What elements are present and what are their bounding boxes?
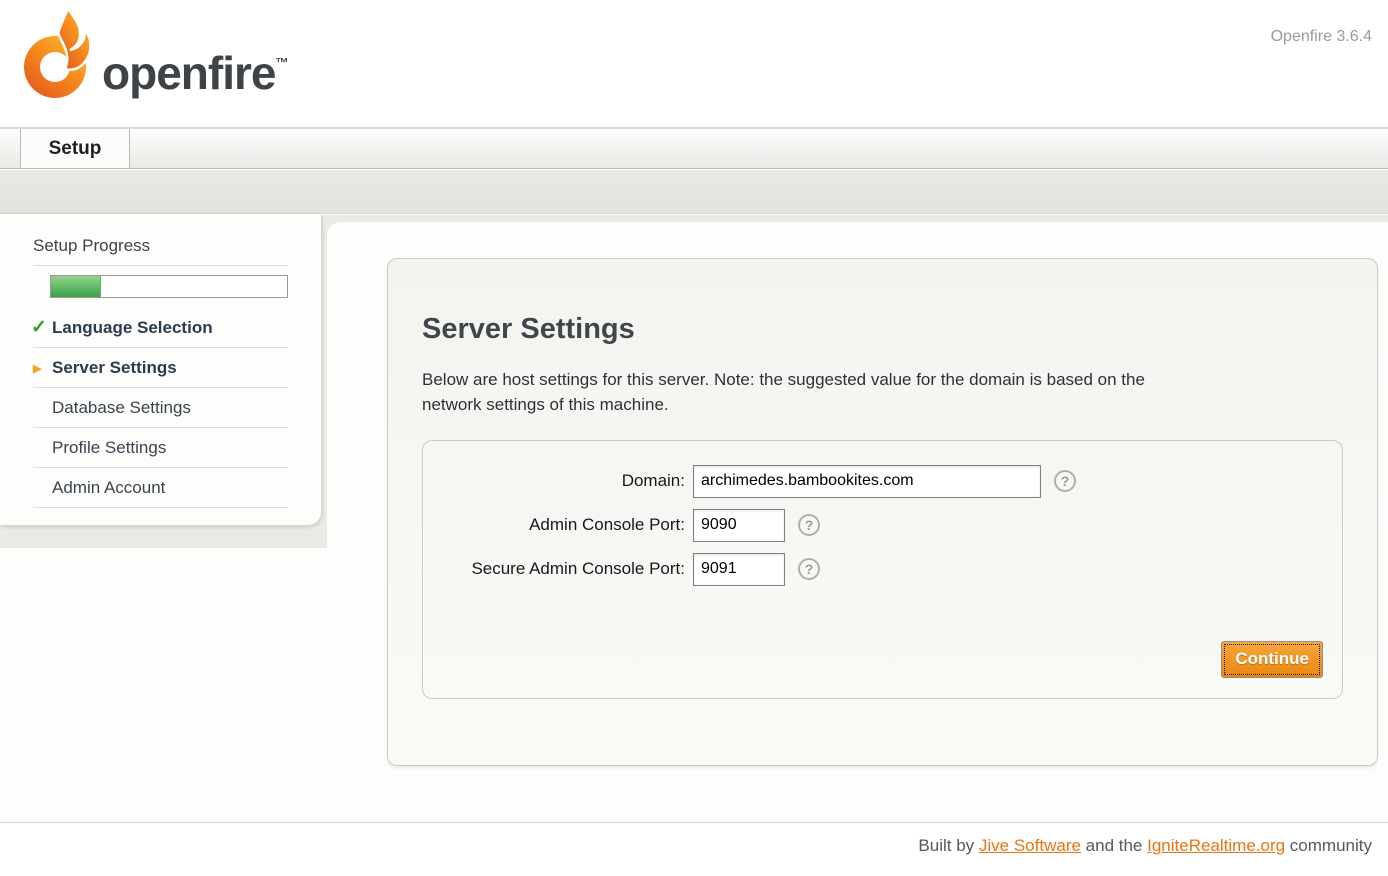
tab-strip: Setup <box>0 127 1388 169</box>
page-title: Server Settings <box>422 313 1343 346</box>
content-area: Setup Progress ✓ Language Selection ▶ Se… <box>0 215 1388 822</box>
check-icon: ✓ <box>31 316 47 339</box>
help-icon[interactable]: ? <box>1054 470 1076 492</box>
wordmark: openfire™ <box>102 46 288 100</box>
sidebar-title: Setup Progress <box>33 236 288 266</box>
footer-text-suffix: community <box>1285 836 1372 855</box>
form-row-admin-port: Admin Console Port: ? <box>423 509 1342 542</box>
sidebar-item-label: Language Selection <box>52 318 213 337</box>
domain-input[interactable] <box>693 465 1041 498</box>
domain-label: Domain: <box>423 471 693 491</box>
progress-bar <box>50 275 288 298</box>
help-icon[interactable]: ? <box>798 558 820 580</box>
sidebar-item-label: Server Settings <box>52 358 177 377</box>
trademark: ™ <box>275 55 288 70</box>
sidebar-item-label: Admin Account <box>52 478 165 497</box>
igniterealtime-link[interactable]: IgniteRealtime.org <box>1147 836 1285 855</box>
server-settings-form: Domain: ? Admin Console Port: ? Secure A… <box>422 440 1343 699</box>
continue-button[interactable]: Continue <box>1221 641 1323 678</box>
form-row-domain: Domain: ? <box>423 465 1342 498</box>
secure-admin-console-port-input[interactable] <box>693 553 785 586</box>
arrow-right-icon: ▶ <box>33 362 41 375</box>
footer: Built by Jive Software and the IgniteRea… <box>0 822 1388 876</box>
help-icon[interactable]: ? <box>798 514 820 536</box>
page-description: Below are host settings for this server.… <box>422 368 1343 418</box>
openfire-logo: openfire™ <box>22 6 282 116</box>
sidebar-item-label: Profile Settings <box>52 438 166 457</box>
header: openfire™ Openfire 3.6.4 <box>0 0 1388 127</box>
setup-progress-sidebar: Setup Progress ✓ Language Selection ▶ Se… <box>0 215 322 526</box>
setup-steps-list: ✓ Language Selection ▶ Server Settings D… <box>33 308 288 508</box>
sidebar-item-database-settings: Database Settings <box>33 388 288 428</box>
jive-software-link[interactable]: Jive Software <box>979 836 1081 855</box>
footer-text-middle: and the <box>1081 836 1147 855</box>
tab-setup[interactable]: Setup <box>20 129 130 168</box>
sidebar-item-label: Database Settings <box>52 398 191 417</box>
form-row-secure-admin-port: Secure Admin Console Port: ? <box>423 553 1342 586</box>
admin-console-port-label: Admin Console Port: <box>423 515 693 535</box>
footer-text-prefix: Built by <box>918 836 978 855</box>
sidebar-item-language-selection: ✓ Language Selection <box>33 308 288 348</box>
version-label: Openfire 3.6.4 <box>1271 28 1372 46</box>
openfire-flame-icon <box>22 8 94 108</box>
secure-admin-console-port-label: Secure Admin Console Port: <box>423 559 693 579</box>
sidebar-item-server-settings: ▶ Server Settings <box>33 348 288 388</box>
sidebar-item-profile-settings: Profile Settings <box>33 428 288 468</box>
sub-nav-bar <box>0 170 1388 214</box>
progress-fill <box>51 276 101 297</box>
sidebar-item-admin-account: Admin Account <box>33 468 288 508</box>
admin-console-port-input[interactable] <box>693 509 785 542</box>
server-settings-panel: Server Settings Below are host settings … <box>387 258 1378 766</box>
